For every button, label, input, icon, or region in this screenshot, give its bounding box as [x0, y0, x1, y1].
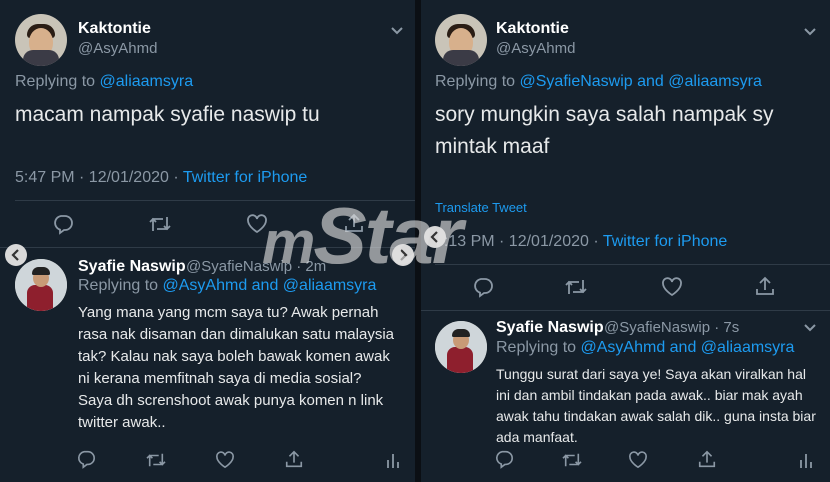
tweet-text: sory mungkin saya salah nampak sy mintak…: [435, 103, 774, 158]
right-screenshot-panel: Kaktontie @AsyAhmd Replying to @SyafieNa…: [421, 0, 830, 482]
retweet-icon[interactable]: [145, 451, 167, 469]
user-handle[interactable]: @AsyAhmd: [78, 40, 157, 57]
display-name[interactable]: Kaktontie: [496, 20, 569, 38]
reply-text: Yang mana yang mcm saya tu? Awak pernah …: [78, 304, 395, 431]
user-handle[interactable]: @AsyAhmd: [496, 40, 575, 57]
analytics-icon[interactable]: [386, 451, 400, 469]
mention-link[interactable]: @AsyAhmd and @aliaamsyra: [581, 339, 795, 356]
display-name[interactable]: Syafie Naswip: [78, 258, 186, 276]
like-icon[interactable]: [661, 277, 683, 297]
reply-icon[interactable]: [52, 213, 74, 235]
source-link[interactable]: Twitter for iPhone: [183, 169, 308, 186]
avatar[interactable]: [15, 259, 67, 311]
mention-link[interactable]: @aliaamsyra: [100, 73, 194, 90]
chevron-down-icon[interactable]: [803, 323, 817, 333]
replying-label: Replying to: [496, 339, 577, 356]
mention-link[interactable]: @SyafieNaswip and @aliaamsyra: [520, 73, 762, 90]
user-handle-time[interactable]: @SyafieNaswip · 7s: [604, 319, 739, 336]
replying-label: Replying to: [78, 277, 159, 294]
tweet-text: macam nampak syafie naswip tu: [15, 103, 320, 126]
share-icon[interactable]: [284, 449, 304, 469]
retweet-icon[interactable]: [564, 277, 588, 297]
reply-icon[interactable]: [494, 449, 514, 469]
share-icon[interactable]: [754, 275, 776, 297]
reply-icon[interactable]: [76, 449, 96, 469]
source-link[interactable]: Twitter for iPhone: [603, 233, 728, 250]
mstar-watermark: mStar: [262, 191, 463, 280]
replying-label: Replying to: [435, 73, 516, 90]
like-icon[interactable]: [215, 451, 235, 469]
replying-to-line: Replying to @AsyAhmd and @aliaamsyra: [496, 339, 794, 357]
chevron-down-icon[interactable]: [390, 26, 404, 36]
avatar[interactable]: [435, 14, 487, 66]
previous-arrow-button[interactable]: [5, 244, 27, 266]
divider: [421, 310, 830, 311]
arrow-left-icon: [11, 249, 19, 261]
timestamp: 5:47 PM · 12/01/2020 ·: [15, 169, 179, 186]
avatar[interactable]: [15, 14, 67, 66]
like-icon[interactable]: [628, 451, 648, 469]
reply-text: Tunggu surat dari saya ye! Saya akan vir…: [496, 366, 816, 445]
tweet-meta: 5:47 PM · 12/01/2020 · Twitter for iPhon…: [15, 169, 307, 187]
display-name[interactable]: Syafie Naswip: [496, 319, 604, 337]
tweet-meta: 5:13 PM · 12/01/2020 · Twitter for iPhon…: [435, 233, 727, 251]
display-name[interactable]: Kaktontie: [78, 20, 151, 38]
share-icon[interactable]: [697, 449, 717, 469]
replying-label: Replying to: [15, 73, 96, 90]
replying-to-line: Replying to @SyafieNaswip and @aliaamsyr…: [435, 73, 762, 91]
divider: [435, 264, 830, 265]
analytics-icon[interactable]: [799, 451, 813, 469]
chevron-down-icon[interactable]: [803, 27, 817, 37]
reply-icon[interactable]: [472, 276, 494, 298]
avatar[interactable]: [435, 321, 487, 373]
retweet-icon[interactable]: [148, 214, 172, 234]
replying-to-line: Replying to @aliaamsyra: [15, 73, 193, 91]
retweet-icon[interactable]: [561, 451, 583, 469]
